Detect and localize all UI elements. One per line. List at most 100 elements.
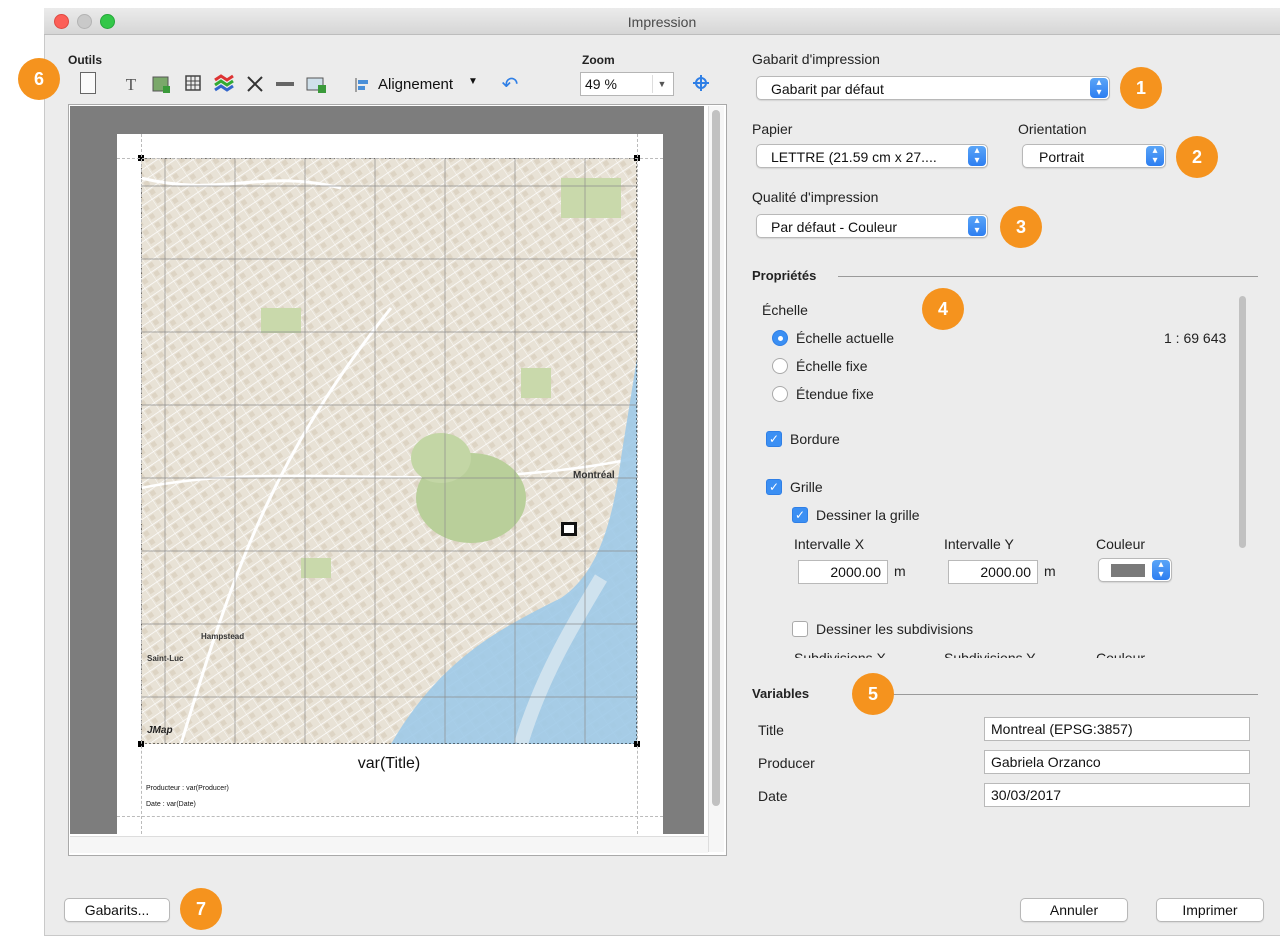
draw-grid-label: Dessiner la grille <box>816 507 920 523</box>
undo-icon[interactable]: ↶ <box>498 74 522 96</box>
preview-producer-line[interactable]: Producteur : var(Producer) <box>146 785 229 792</box>
fit-page-icon[interactable] <box>690 74 712 96</box>
updown-chevron-icon: ▴ ▾ <box>1146 146 1164 166</box>
variable-name-producer: Producer <box>758 755 815 771</box>
template-label: Gabarit d'impression <box>752 51 880 67</box>
chevron-down-icon: ▼ <box>468 76 478 87</box>
radio-fixed-scale[interactable] <box>772 358 788 374</box>
updown-chevron-icon: ▴ ▾ <box>1152 560 1170 580</box>
grid-label: Grille <box>790 479 823 495</box>
page-guide-bottom <box>117 816 663 817</box>
callout-badge-3: 3 <box>1000 206 1042 248</box>
border-checkbox[interactable]: ✓ <box>766 431 782 447</box>
subdivisions-color-label: Couleur <box>1096 650 1146 658</box>
preview-date-line[interactable]: Date : var(Date) <box>146 801 196 808</box>
variable-name-date: Date <box>758 788 788 804</box>
properties-panel: Échelle Échelle actuelle 1 : 69 643 Éche… <box>752 290 1258 658</box>
radio-fixed-extent[interactable] <box>772 386 788 402</box>
scale-value: 1 : 69 643 <box>1164 330 1227 346</box>
subdivisions-x-label: Subdivisions X <box>794 650 886 658</box>
page-guide-top <box>117 158 663 159</box>
grid-color-label: Couleur <box>1096 536 1146 552</box>
page-tool-icon[interactable] <box>80 72 96 94</box>
properties-scrollbar[interactable] <box>1238 294 1248 656</box>
preview-title-var[interactable]: var(Title) <box>141 755 637 773</box>
map-label-saint-luc: Saint-Luc <box>147 654 184 663</box>
title-bar: Impression <box>44 8 1280 35</box>
map-frame[interactable]: Montréal Hampstead Saint-Luc JMap <box>141 158 637 744</box>
orientation-label: Orientation <box>1018 121 1087 137</box>
quality-value: Par défaut - Couleur <box>771 219 898 235</box>
legend-tool-icon[interactable] <box>212 74 236 96</box>
variable-name-title: Title <box>758 722 784 738</box>
map-label-hampstead: Hampstead <box>201 632 245 641</box>
preview-scroll-thumb[interactable] <box>712 110 720 806</box>
radio-current-scale[interactable] <box>772 330 788 346</box>
paper-value: LETTRE (21.59 cm x 27.... <box>771 149 937 165</box>
zoom-value: 49 % <box>585 76 617 92</box>
grid-color-picker[interactable]: ▴ ▾ <box>1098 558 1172 582</box>
callout-badge-6: 6 <box>18 58 60 100</box>
updown-chevron-icon: ▴ ▾ <box>1090 78 1108 98</box>
properties-scroll-thumb[interactable] <box>1239 296 1246 548</box>
callout-badge-2: 2 <box>1176 136 1218 178</box>
interval-y-unit: m <box>1044 563 1056 579</box>
cancel-button[interactable]: Annuler <box>1020 898 1128 922</box>
updown-chevron-icon: ▴ ▾ <box>968 216 986 236</box>
text-tool-icon[interactable]: T <box>120 74 142 96</box>
variable-value-producer[interactable]: Gabriela Orzanco <box>984 750 1250 774</box>
table-tool-icon[interactable] <box>182 74 204 96</box>
minimize-window-button[interactable] <box>77 14 92 29</box>
variable-value-title[interactable]: Montreal (EPSG:3857) <box>984 717 1250 741</box>
orientation-select[interactable]: Portrait ▴ ▾ <box>1022 144 1166 168</box>
draw-subdivisions-checkbox[interactable] <box>792 621 808 637</box>
callout-badge-7: 7 <box>180 888 222 930</box>
zoom-combobox[interactable]: 49 % ▼ <box>580 72 674 96</box>
interval-x-label: Intervalle X <box>794 536 865 552</box>
north-arrow-tool-icon[interactable] <box>244 74 266 96</box>
window-title: Impression <box>627 14 697 30</box>
interval-y-label: Intervalle Y <box>944 536 1014 552</box>
interval-y-input[interactable]: 2000.00 <box>948 560 1038 584</box>
quality-select[interactable]: Par défaut - Couleur ▴ ▾ <box>756 214 988 238</box>
properties-header: Propriétés <box>752 268 817 283</box>
grid-checkbox[interactable]: ✓ <box>766 479 782 495</box>
image-tool-icon[interactable] <box>150 74 172 96</box>
properties-separator <box>838 276 1258 277</box>
templates-button[interactable]: Gabarits... <box>64 898 170 922</box>
zoom-chevron-icon[interactable]: ▼ <box>652 75 671 93</box>
map-logo: JMap <box>147 725 173 736</box>
page-guide-left <box>141 134 142 834</box>
variables-separator <box>890 694 1258 695</box>
border-label: Bordure <box>790 431 840 447</box>
interval-x-input[interactable]: 2000.00 <box>798 560 888 584</box>
close-window-button[interactable] <box>54 14 69 29</box>
map-insert-tool-icon[interactable] <box>304 74 328 96</box>
quality-label: Qualité d'impression <box>752 189 879 205</box>
draw-grid-checkbox[interactable]: ✓ <box>792 507 808 523</box>
template-select[interactable]: Gabarit par défaut ▴ ▾ <box>756 76 1110 100</box>
callout-badge-5: 5 <box>852 673 894 715</box>
map-label-montreal: Montréal <box>573 470 615 481</box>
alignment-label: Alignement <box>378 76 454 93</box>
grid-color-swatch <box>1111 564 1145 577</box>
zoom-label: Zoom <box>582 53 615 67</box>
callout-badge-1: 1 <box>1120 67 1162 109</box>
callout-badge-4: 4 <box>922 288 964 330</box>
paper-select[interactable]: LETTRE (21.59 cm x 27.... ▴ ▾ <box>756 144 988 168</box>
fixed-extent-label: Étendue fixe <box>796 386 874 402</box>
updown-chevron-icon: ▴ ▾ <box>968 146 986 166</box>
variables-header: Variables <box>752 686 810 701</box>
variable-value-date[interactable]: 30/03/2017 <box>984 783 1250 807</box>
scale-bar-tool-icon[interactable] <box>274 74 296 96</box>
current-scale-label: Échelle actuelle <box>796 330 895 346</box>
tools-label: Outils <box>68 53 103 67</box>
zoom-window-button[interactable] <box>100 14 115 29</box>
print-button[interactable]: Imprimer <box>1156 898 1264 922</box>
scale-label: Échelle <box>762 302 808 318</box>
preview-vertical-scrollbar[interactable] <box>708 106 724 852</box>
preview-horizontal-scrollbar[interactable] <box>70 836 708 853</box>
interval-x-unit: m <box>894 563 906 579</box>
fixed-scale-label: Échelle fixe <box>796 358 868 374</box>
orientation-value: Portrait <box>1039 149 1085 165</box>
